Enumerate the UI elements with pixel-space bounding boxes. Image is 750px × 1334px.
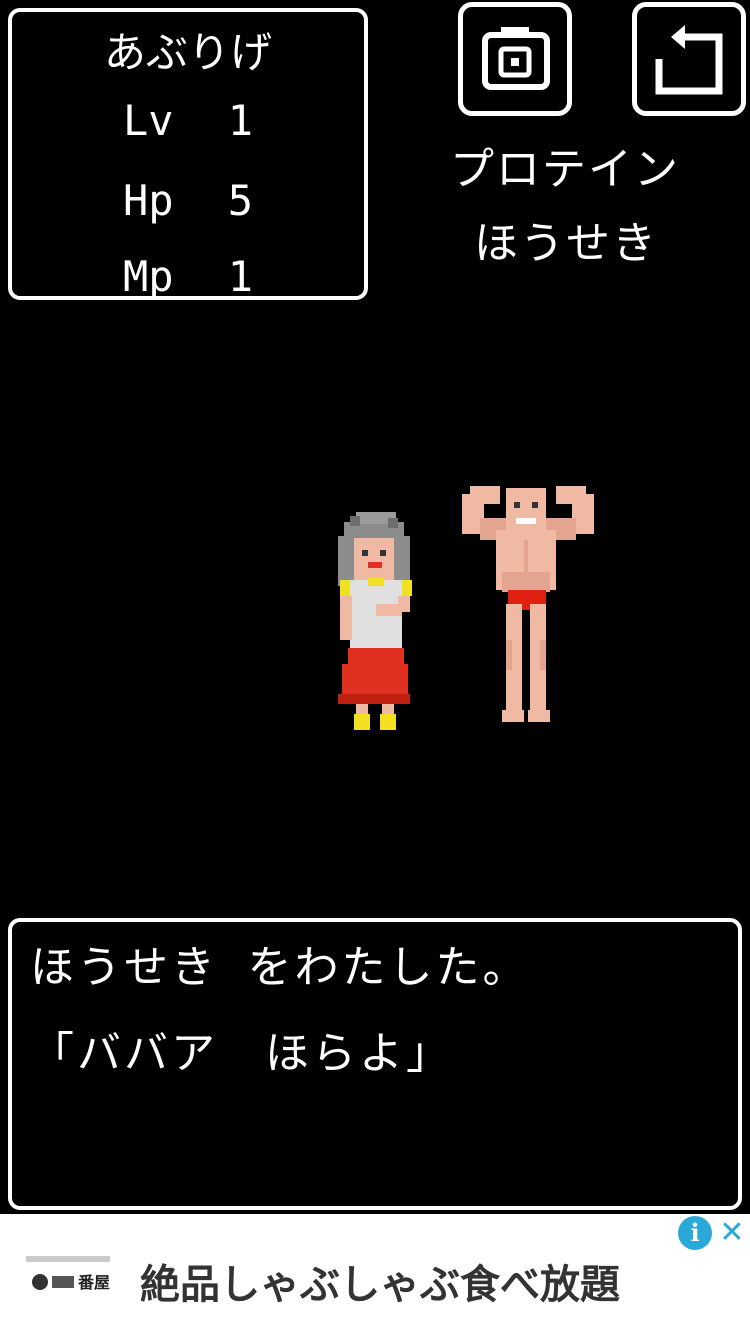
old-woman-sprite[interactable]	[338, 512, 412, 730]
message-line-1: ほうせき をわたした。	[30, 942, 530, 993]
message-window[interactable]: ほうせき をわたした。 「ババア ほらよ」	[8, 918, 742, 1210]
ad-banner[interactable]: 番屋 絶品しゃぶしゃぶ食べ放題 i ✕	[0, 1214, 750, 1334]
ad-title[interactable]: 絶品しゃぶしゃぶ食べ放題	[140, 1252, 620, 1310]
info-icon[interactable]: i	[678, 1216, 712, 1250]
game-scene	[338, 486, 594, 730]
close-icon[interactable]: ✕	[716, 1216, 748, 1250]
ad-logo-text: 番屋	[77, 1273, 110, 1292]
muscle-man-sprite[interactable]	[462, 486, 594, 722]
ad-logo: 番屋	[26, 1252, 110, 1296]
message-line-2: 「ババア ほらよ」	[30, 1028, 453, 1079]
